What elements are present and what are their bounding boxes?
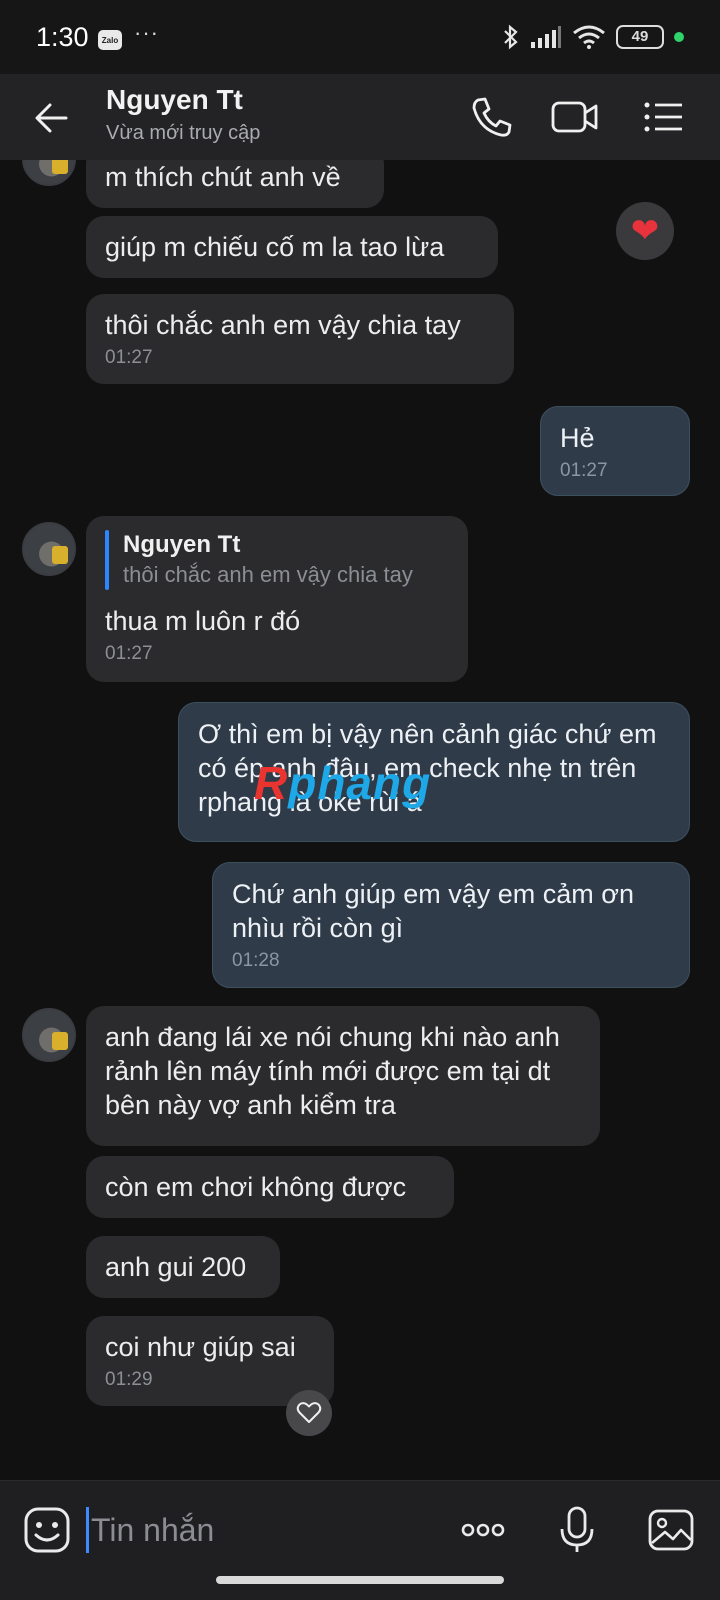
message-incoming-reply[interactable]: Nguyen Tt thôi chắc anh em vậy chia tay … (86, 516, 468, 682)
message-time: 01:27 (105, 643, 153, 664)
quoted-message[interactable]: Nguyen Tt thôi chắc anh em vậy chia tay (105, 530, 449, 590)
message-text: Hẻ (560, 423, 595, 453)
message-input[interactable] (86, 1507, 416, 1553)
message-incoming[interactable]: thôi chắc anh em vậy chia tay 01:27 (86, 294, 514, 384)
image-gallery-icon[interactable] (646, 1505, 696, 1555)
message-time: 01:27 (105, 347, 153, 368)
microphone-icon[interactable] (552, 1505, 602, 1555)
contact-avatar[interactable] (22, 1008, 76, 1062)
heart-glyph: ❤ (630, 212, 660, 250)
message-incoming[interactable]: anh đang lái xe nói chung khi nào anh rả… (86, 1006, 600, 1146)
message-incoming[interactable]: anh gui 200 (86, 1236, 280, 1298)
more-options-icon[interactable] (458, 1505, 508, 1555)
message-outgoing[interactable]: Hẻ 01:27 (540, 406, 690, 496)
wifi-icon (573, 25, 605, 49)
message-time: 01:27 (560, 460, 608, 481)
message-time: 01:28 (232, 950, 280, 971)
message-text: còn em chơi không được (105, 1172, 407, 1202)
quote-text: thôi chắc anh em vậy chia tay (123, 562, 413, 587)
phone-icon[interactable] (466, 94, 516, 140)
status-time: 1:30 (36, 22, 89, 52)
home-indicator[interactable] (216, 1576, 504, 1584)
message-text: anh đang lái xe nói chung khi nào anh rả… (105, 1022, 560, 1120)
video-call-icon[interactable] (550, 94, 600, 140)
contact-status: Vừa mới truy cập (106, 122, 261, 144)
zalo-notification-icon: Zalo (98, 30, 122, 50)
bluetooth-icon (504, 24, 518, 50)
status-bar: 1:30 Zalo ··· 49 (0, 0, 720, 74)
message-time: 01:29 (105, 1369, 153, 1390)
message-text: thôi chắc anh em vậy chia tay (105, 310, 461, 340)
back-arrow-icon[interactable] (28, 94, 76, 142)
battery-indicator: 49 (616, 25, 664, 49)
message-incoming[interactable]: còn em chơi không được (86, 1156, 454, 1218)
contact-name[interactable]: Nguyen Tt (106, 84, 243, 116)
message-text: Ơ thì em bị vậy nên cảnh giác chứ em có … (198, 719, 657, 817)
contact-avatar[interactable] (22, 522, 76, 576)
message-text: anh gui 200 (105, 1252, 247, 1282)
message-incoming[interactable]: m thích chút anh về (86, 160, 384, 208)
heart-outline-icon (296, 1402, 322, 1423)
add-reaction-heart-icon[interactable] (286, 1390, 332, 1436)
message-incoming[interactable]: giúp m chiếu cố m la tao lừa (86, 216, 498, 278)
emoji-sticker-icon[interactable] (22, 1505, 72, 1555)
message-text: thua m luôn r đó (105, 606, 301, 636)
message-outgoing[interactable]: Ơ thì em bị vậy nên cảnh giác chứ em có … (178, 702, 690, 842)
message-outgoing[interactable]: Chứ anh giúp em vậy em cảm ơn nhìu rồi c… (212, 862, 690, 988)
heart-reaction-icon[interactable]: ❤ (616, 202, 674, 260)
message-composer (0, 1480, 720, 1600)
message-text: m thích chút anh về (105, 162, 341, 192)
message-text: giúp m chiếu cố m la tao lừa (105, 232, 445, 262)
message-text: Chứ anh giúp em vậy em cảm ơn nhìu rồi c… (232, 879, 634, 943)
contact-avatar[interactable] (22, 160, 76, 186)
signal-icon (531, 26, 561, 48)
quote-sender: Nguyen Tt (123, 531, 241, 558)
message-list[interactable]: m thích chút anh về ❤ giúp m chiếu cố m … (0, 160, 720, 1480)
quote-bar (105, 530, 109, 590)
more-notifications-indicator: ··· (134, 20, 159, 45)
status-indicators: 49 (502, 24, 684, 50)
privacy-indicator-dot (674, 32, 684, 42)
chat-header: Nguyen Tt Vừa mới truy cập (0, 74, 720, 160)
menu-list-icon[interactable] (640, 94, 690, 140)
message-text: coi như giúp sai (105, 1332, 296, 1362)
